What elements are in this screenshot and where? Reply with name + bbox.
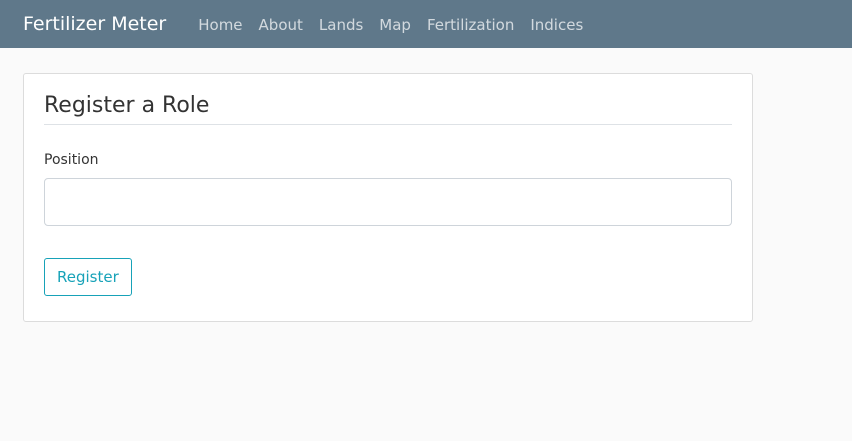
nav-item-fertilization: Fertilization <box>419 15 522 34</box>
nav-link-lands[interactable]: Lands <box>311 16 371 34</box>
nav-link-home[interactable]: Home <box>190 16 250 34</box>
nav-item-map: Map <box>371 15 419 34</box>
nav-item-lands: Lands <box>311 15 371 34</box>
position-input[interactable] <box>44 178 732 226</box>
register-button[interactable]: Register <box>44 258 132 296</box>
nav-item-home: Home <box>190 15 250 34</box>
nav-link-about[interactable]: About <box>251 16 311 34</box>
brand-link[interactable]: Fertilizer Meter <box>23 13 166 35</box>
nav-link-indices[interactable]: Indices <box>522 16 591 34</box>
page-title: Register a Role <box>44 91 732 125</box>
nav-link-fertilization[interactable]: Fertilization <box>419 16 522 34</box>
position-label: Position <box>44 152 99 168</box>
top-navbar: Fertilizer Meter Home About Lands Map Fe… <box>0 0 852 48</box>
nav-item-about: About <box>251 15 311 34</box>
nav-link-map[interactable]: Map <box>371 16 419 34</box>
register-role-card: Register a Role Position Register <box>23 73 753 322</box>
nav-item-indices: Indices <box>522 15 591 34</box>
nav-links: Home About Lands Map Fertilization Indic… <box>190 15 591 34</box>
